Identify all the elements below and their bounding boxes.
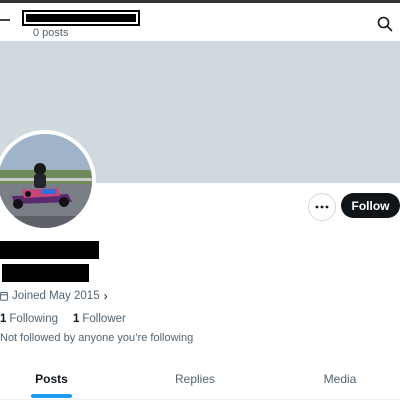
tab-replies[interactable]: Replies [165,362,225,400]
followed-by-text: Not followed by anyone you’re following [0,332,194,344]
avatar-photo-kart [0,134,92,228]
follower-count: 1 [72,313,80,325]
profile-title-redacted [22,10,140,26]
follow-button[interactable]: Follow [341,193,400,218]
following-link[interactable]: 1 Following [0,313,58,325]
profile-tabs: Posts Replies Media [0,362,400,400]
calendar-icon [0,292,8,301]
search-icon[interactable] [377,16,393,32]
active-tab-indicator [31,394,72,398]
joined-date: Joined May 2015 › [0,288,108,304]
tab-media[interactable]: Media [312,362,368,400]
redaction-bar [6,268,85,278]
handle-redacted [2,264,89,282]
avatar[interactable] [0,130,96,232]
more-options-button[interactable] [308,193,336,221]
following-label: Following [9,313,58,325]
follower-label: Follower [82,313,126,325]
post-count: 0 posts [33,27,69,39]
joined-label: Joined May 2015 [12,290,100,302]
profile-header: 0 posts [0,3,400,41]
display-name-redacted [0,241,99,259]
redaction-bar [26,14,136,22]
followers-link[interactable]: 1 Follower [73,313,126,325]
chevron-right-icon[interactable]: › [104,289,108,303]
more-horizontal-icon [315,205,329,209]
arrow-left-icon[interactable] [0,12,12,28]
following-count: 1 [0,313,7,325]
redaction-bar [2,245,94,257]
follow-stats: 1 Following 1 Follower [0,311,126,327]
